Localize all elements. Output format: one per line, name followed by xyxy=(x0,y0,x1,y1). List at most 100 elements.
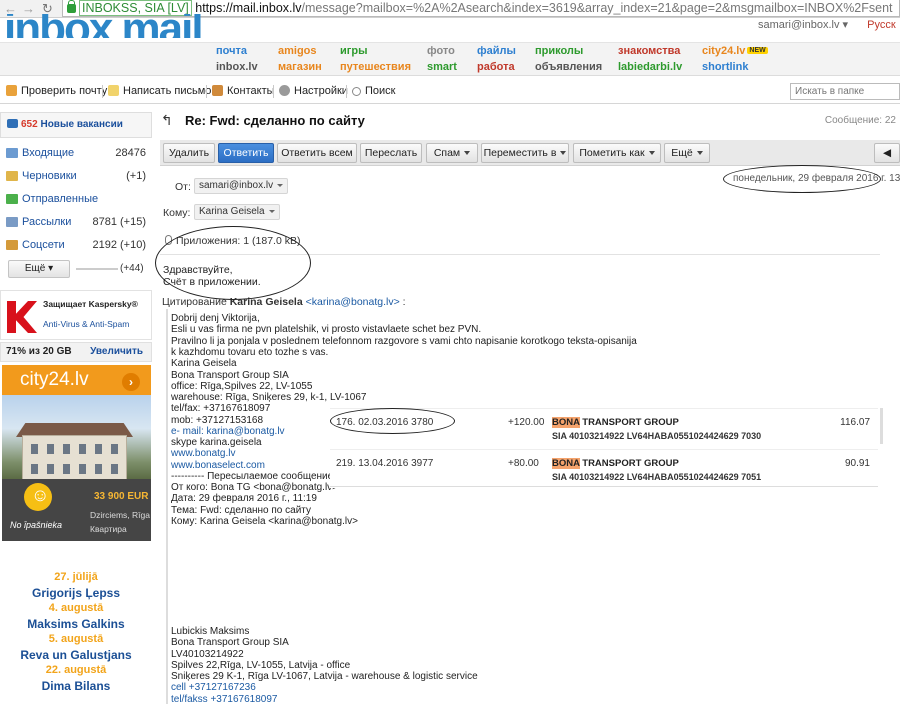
quote-email-link[interactable]: <karina@bonatg.lv> xyxy=(306,296,400,308)
delete-button[interactable]: Удалить xyxy=(163,143,215,163)
reply-all-button[interactable]: Ответить всем xyxy=(277,143,357,163)
quote-line: warehouse: Rīga, Sniķeres 29, k-1, LV-10… xyxy=(171,392,367,403)
envelope-icon xyxy=(108,85,119,96)
folder-sent[interactable]: Отправленные xyxy=(0,189,152,209)
move-to-button[interactable]: Переместить в xyxy=(481,143,569,163)
drafts-icon xyxy=(6,171,18,181)
statement-details: SIA 40103214922 LV64HABA0551024424629 70… xyxy=(552,472,762,482)
portal-link-smart[interactable]: smart xyxy=(427,61,457,73)
statement-amount: +120.00 xyxy=(508,417,545,428)
window xyxy=(63,464,70,474)
website-link[interactable]: www.bonatg.lv xyxy=(171,448,235,459)
from-chip[interactable]: samari@inbox.lv xyxy=(194,178,289,194)
folder-newsletters[interactable]: Рассылки 8781 (+15) xyxy=(0,212,152,232)
message-subject: Re: Fwd: сделанно по сайту xyxy=(185,113,365,128)
quote-email-line[interactable]: e- mail: karina@bonatg.lv xyxy=(171,426,285,437)
portal-link-ads[interactable]: объявления xyxy=(535,61,602,73)
compose-button[interactable]: Написать письмо xyxy=(108,85,211,97)
signature-line: Sniķeres 29 K-1, Rīga LV-1067, Latvija -… xyxy=(171,671,478,683)
quote-suffix: : xyxy=(402,296,406,308)
portal-link-photo[interactable]: фото xyxy=(427,45,455,57)
settings-button[interactable]: Настройки xyxy=(279,85,348,97)
portal-link-shortlink[interactable]: shortlink xyxy=(702,61,748,73)
arrow-right-icon[interactable]: › xyxy=(122,373,140,391)
portal-link-mail[interactable]: почта xyxy=(216,45,247,57)
inbox-logo[interactable]: inbox mail xyxy=(4,14,204,38)
portal-link-labiedarbi[interactable]: labiedarbi.lv xyxy=(618,61,682,73)
portal-link-jobs[interactable]: работа xyxy=(477,61,515,73)
reply-button[interactable]: Ответить xyxy=(218,143,274,163)
contacts-button[interactable]: Контакты xyxy=(212,85,275,97)
vacancies-link[interactable]: 652 Новые вакансии xyxy=(0,112,152,138)
portal-link-games[interactable]: игры xyxy=(340,45,367,57)
message-actions: Удалить Ответить Ответить всем Переслать… xyxy=(160,140,900,166)
statement-details: SIA 40103214922 LV64HABA0551024424629 70… xyxy=(552,431,762,441)
city24-ad[interactable]: city24.lv › ☺ No īpašnieka 33 900 EUR Dz… xyxy=(2,365,151,541)
window xyxy=(95,444,102,454)
website-link[interactable]: www.bonaselect.com xyxy=(171,460,265,471)
message-counter: Сообщение: 22 xyxy=(824,115,896,126)
more-button[interactable]: Ещё xyxy=(664,143,710,163)
more-label: Ещё xyxy=(24,263,46,274)
window xyxy=(31,444,38,454)
separator xyxy=(102,85,103,98)
from-label: От: xyxy=(175,181,191,193)
signature-line: Lubickis Maksims xyxy=(171,626,250,637)
forward-button[interactable]: Переслать xyxy=(360,143,422,163)
mark-as-button[interactable]: Пометить как xyxy=(573,143,661,163)
from-address: samari@inbox.lv xyxy=(199,180,274,191)
portal-link-city24[interactable]: city24.lv NEW xyxy=(702,45,768,57)
portal-link-inbox[interactable]: inbox.lv xyxy=(216,61,258,73)
folder-search-input[interactable] xyxy=(790,83,900,100)
contacts-label: Контакты xyxy=(227,85,275,97)
quote-line: Dobrij denj Viktorija, xyxy=(171,313,260,324)
prev-message-button[interactable]: ◀ xyxy=(874,143,900,163)
signature-phone: tel/fakss +37167618097 xyxy=(171,693,278,704)
quote-line: Bona Transport Group SIA xyxy=(171,370,289,381)
user-menu[interactable]: samari@inbox.lv ▾ Русск xyxy=(758,18,900,31)
caret-down-icon xyxy=(648,151,655,155)
window xyxy=(63,444,70,454)
portal-link-files[interactable]: файлы xyxy=(477,45,516,57)
window xyxy=(47,444,54,454)
concerts-ad[interactable]: 27. jūlijā Grigorijs Ļepss 4. augustā Ma… xyxy=(0,570,152,704)
concert-date: 27. jūlijā xyxy=(54,571,98,583)
folder-social[interactable]: Соцсети 2192 (+10) xyxy=(0,235,152,255)
search-button[interactable]: Поиск xyxy=(352,85,395,97)
check-mail-button[interactable]: Проверить почту xyxy=(6,85,107,97)
message-header: ↰ Re: Fwd: сделанно по сайту Сообщение: … xyxy=(158,110,900,134)
portal-link-amigos[interactable]: amigos xyxy=(278,45,317,57)
search-icon xyxy=(352,87,361,96)
statement-value: 90.91 xyxy=(844,458,870,469)
kaspersky-ad[interactable]: Защищает Kaspersky® Anti-Virus & Anti-Sp… xyxy=(0,290,152,340)
quote-line: Pravilno li ja ponjala v poslednem telef… xyxy=(171,336,637,347)
settings-label: Настройки xyxy=(294,85,348,97)
back-icon[interactable]: ↰ xyxy=(161,112,173,129)
folder-drafts[interactable]: Черновики (+1) xyxy=(0,166,152,186)
window xyxy=(95,464,102,474)
portal-link-jokes[interactable]: приколы xyxy=(535,45,583,57)
to-chip[interactable]: Karina Geisela xyxy=(194,204,280,220)
inbox-icon xyxy=(6,148,18,158)
folder-inbox[interactable]: Входящие 28476 xyxy=(0,143,152,163)
concert-artist: Grigorijs Ļepss xyxy=(31,586,121,600)
vacancies-label: Новые вакансии xyxy=(40,119,123,130)
folder-count: 8781 (+15) xyxy=(92,216,146,228)
to-label: Кому: xyxy=(163,207,191,219)
url-path: /message?mailbox=%2A%2Asearch&index=3619… xyxy=(301,1,893,15)
user-email[interactable]: samari@inbox.lv ▾ xyxy=(758,19,848,31)
city24-location: Dzirciems, Rīga Квартира xyxy=(90,508,150,536)
increase-storage-link[interactable]: Увеличить xyxy=(90,343,143,361)
language-select[interactable]: Русск xyxy=(867,19,896,31)
folder-name: Входящие xyxy=(22,147,75,159)
portal-link-shop[interactable]: магазин xyxy=(278,61,322,73)
portal-link-travel[interactable]: путешествия xyxy=(340,61,411,73)
url-host: https://mail.inbox.lv xyxy=(195,1,302,15)
quote-line: skype karina.geisela xyxy=(171,437,262,448)
lock-icon xyxy=(67,0,76,13)
spam-button[interactable]: Спам xyxy=(426,143,478,163)
portal-link-dating[interactable]: знакомства xyxy=(618,45,680,57)
more-folders-button[interactable]: Ещё ▾ xyxy=(8,260,70,278)
payer-rest: TRANSPORT GROUP xyxy=(579,458,679,469)
mark-label: Пометить как xyxy=(579,147,645,159)
